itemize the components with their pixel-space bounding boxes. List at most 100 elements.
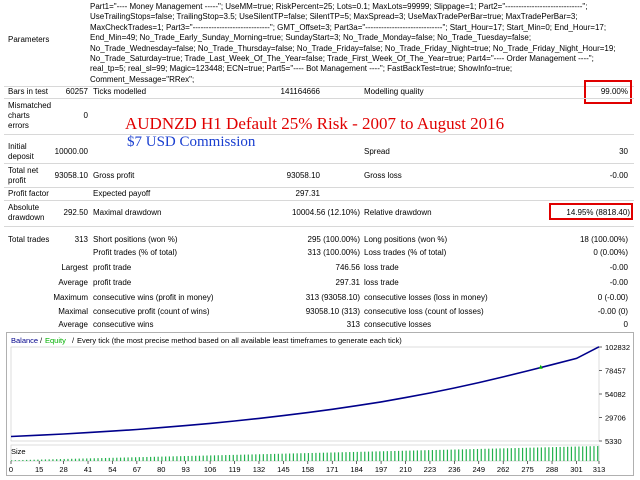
size-bar: [168, 456, 171, 461]
size-bar: [593, 446, 595, 461]
size-bar: [191, 455, 193, 461]
size-bar: [409, 450, 411, 461]
x-tick-label: 145: [277, 465, 290, 474]
parameter-line: End_Min=49; No_Trade_Early_Sunday_Mornin…: [90, 33, 532, 43]
size-bar: [533, 447, 535, 461]
long-positions-value: 18 (100.00%): [579, 235, 628, 244]
profit-trades-value: 313 (100.00%): [307, 248, 360, 257]
max-consecutive-wins-value: 313 (93058.10): [305, 293, 360, 302]
size-bar: [29, 459, 31, 461]
size-bar: [285, 453, 287, 461]
size-bar: [413, 450, 415, 461]
x-tick-label: 54: [108, 465, 116, 474]
size-bar: [563, 446, 565, 461]
size-bar: [93, 458, 95, 461]
parameter-line: Part1="---- Money Management -----"; Use…: [90, 2, 588, 11]
size-bar: [574, 446, 576, 461]
size-bar: [176, 456, 178, 461]
x-tick-label: 262: [497, 465, 510, 474]
x-tick-label: 236: [448, 465, 461, 474]
size-bar: [326, 452, 328, 461]
size-bar: [537, 447, 539, 461]
size-bar: [236, 454, 238, 461]
size-bar: [266, 454, 268, 461]
size-bar: [104, 457, 107, 461]
x-tick-label: 223: [424, 465, 437, 474]
maximal-drawdown-value: 10004.56 (12.10%): [291, 208, 360, 217]
size-bar: [450, 449, 452, 461]
size-bar: [262, 454, 264, 461]
size-bar: [559, 446, 561, 461]
modelling-quality-value: 99.00%: [600, 87, 628, 96]
total-trades-label: Total trades: [8, 235, 50, 244]
x-tick-label: 197: [375, 465, 388, 474]
x-tick-label: 249: [473, 465, 486, 474]
parameter-line: No_Trade_Wednesday=false; No_Trade_Thurs…: [90, 43, 616, 53]
size-bar: [585, 446, 588, 461]
size-bar: [251, 454, 253, 461]
size-bar: [41, 459, 43, 461]
size-bar: [289, 453, 291, 461]
largest-profit-value: 746.56: [335, 263, 360, 272]
size-bar: [525, 447, 527, 461]
size-bar: [89, 458, 92, 461]
gross-profit-value: 93058.10: [286, 171, 320, 180]
x-tick-label: 41: [84, 465, 92, 474]
maximal-consecutive-profit-label: consecutive profit (count of wins): [93, 307, 210, 316]
size-bar: [304, 453, 306, 461]
absolute-drawdown-value: 292.50: [63, 208, 88, 217]
size-bar: [364, 451, 366, 461]
size-bar: [112, 457, 114, 461]
legend-equity: Equity: [45, 336, 66, 345]
x-tick-label: 184: [350, 465, 363, 474]
size-bar: [518, 447, 520, 461]
size-bar: [258, 454, 261, 461]
gross-loss-label: Gross loss: [364, 171, 402, 180]
size-bar: [131, 457, 133, 461]
size-bar: [22, 459, 24, 461]
total-trades-value: 313: [74, 235, 88, 244]
max-consecutive-losses-value: 0 (-0.00): [597, 293, 628, 302]
x-tick-label: 80: [157, 465, 165, 474]
size-bar: [63, 458, 65, 461]
maximal-drawdown-label: Maximal drawdown: [93, 208, 162, 217]
size-bar: [307, 453, 310, 461]
size-bar: [382, 451, 385, 461]
size-bar: [142, 457, 144, 461]
size-bar: [232, 454, 234, 461]
size-bar: [529, 447, 531, 461]
size-bar: [11, 460, 13, 461]
largest-loss-value: -0.00: [609, 263, 628, 272]
parameter-line: Comment_Message="RRex";: [90, 74, 195, 84]
size-bar: [52, 459, 54, 461]
size-bar: [157, 456, 159, 461]
size-bar: [390, 451, 392, 461]
size-bar: [281, 453, 283, 461]
average-consecutive-wins-value: 313: [346, 320, 360, 329]
modelling-quality-label: Modelling quality: [364, 87, 424, 96]
loss-trades-value: 0 (0.00%): [593, 248, 628, 257]
size-bar: [386, 451, 388, 461]
parameter-line: MaxCheckTrades=1; Part3="---------------…: [90, 22, 607, 32]
size-bar: [161, 456, 163, 461]
x-tick-label: 132: [253, 465, 266, 474]
size-bar: [352, 451, 355, 461]
size-bar: [476, 448, 479, 461]
profit-factor-label: Profit factor: [8, 189, 49, 198]
size-bar: [292, 453, 294, 461]
size-bar: [514, 448, 516, 461]
parameter-line: UseTrailingStops=false; TrailingStop=3.5…: [90, 12, 578, 22]
size-bar: [567, 446, 569, 461]
size-bar: [78, 458, 80, 461]
size-bar: [180, 456, 182, 461]
size-bar: [397, 450, 400, 461]
x-tick-label: 210: [399, 465, 412, 474]
main-pane-frame: [10, 346, 600, 442]
size-bar: [150, 456, 152, 461]
size-bar: [221, 455, 223, 461]
size-bar: [337, 452, 340, 461]
size-bar: [217, 455, 219, 461]
legend-modelling-text: Every tick (the most precise method base…: [77, 336, 402, 345]
legend-balance: Balance: [11, 336, 38, 345]
size-bar: [243, 454, 246, 461]
